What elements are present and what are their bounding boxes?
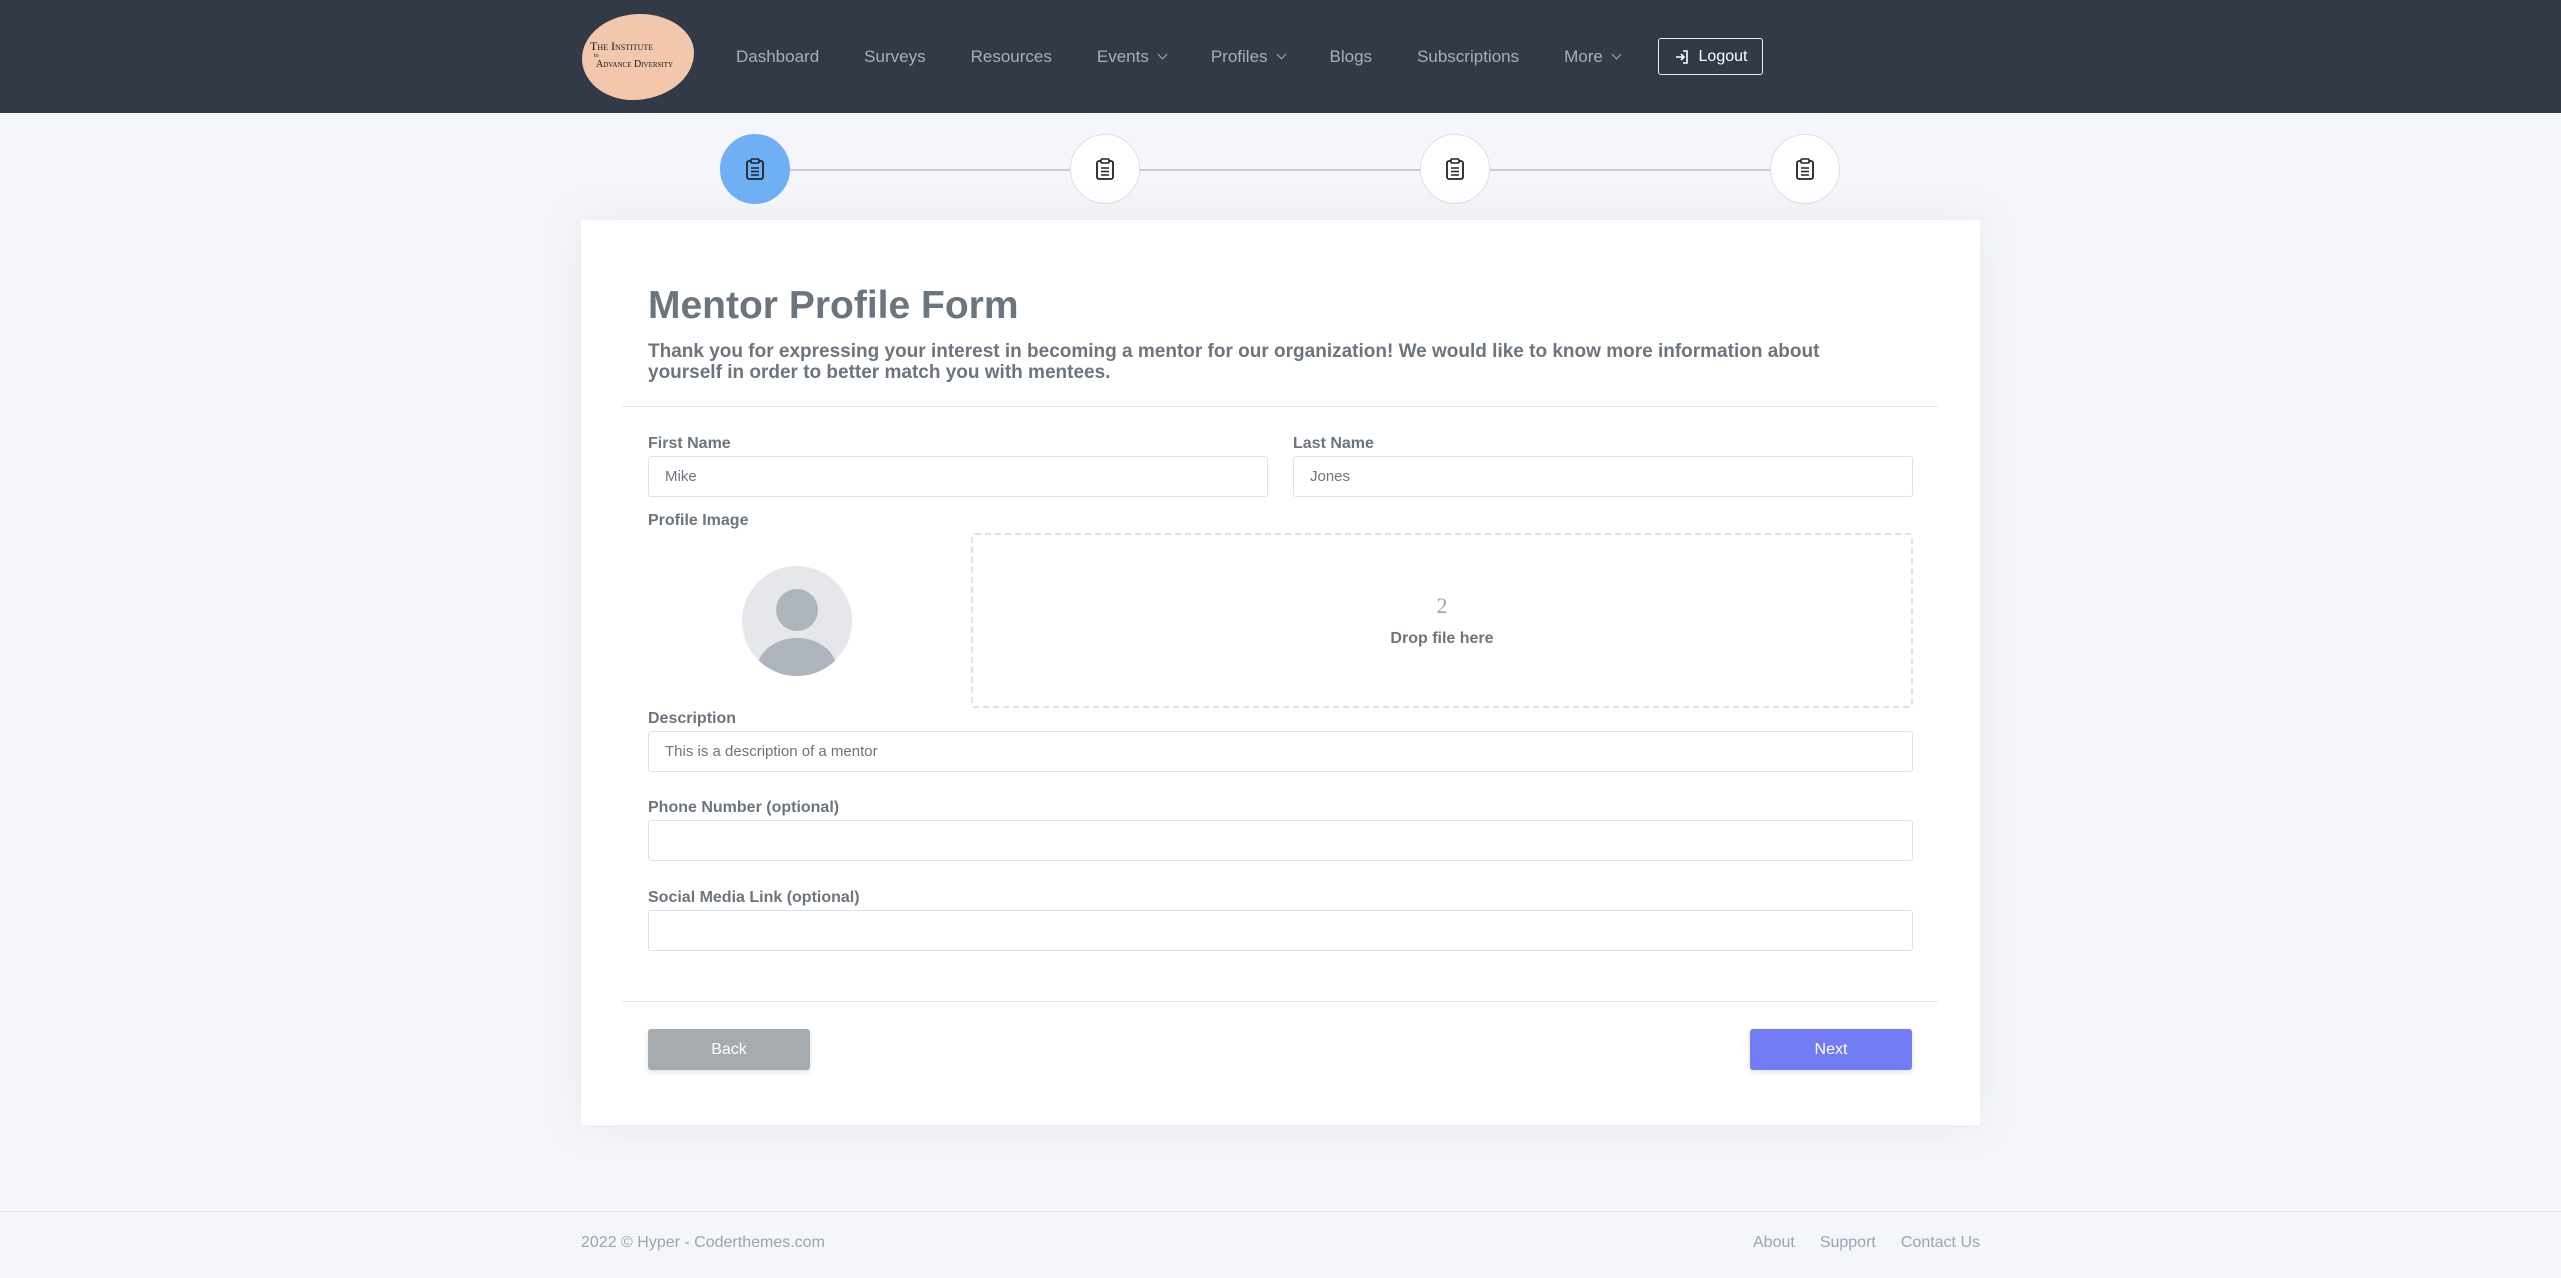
clipboard-icon xyxy=(1096,158,1114,180)
clipboard-icon xyxy=(746,158,764,180)
step-3[interactable] xyxy=(1420,134,1490,204)
step-4[interactable] xyxy=(1770,134,1840,204)
nav-item-dashboard[interactable]: Dashboard xyxy=(736,47,819,67)
avatar xyxy=(742,566,852,676)
profile-image-label: Profile Image xyxy=(648,512,749,529)
nav-item-subscriptions[interactable]: Subscriptions xyxy=(1417,47,1519,67)
phone-input[interactable] xyxy=(648,820,1913,861)
nav-item-label: Subscriptions xyxy=(1417,46,1520,66)
footer-link-support[interactable]: Support xyxy=(1820,1234,1876,1252)
stepper-connector xyxy=(1490,169,1770,171)
nav-item-label: Surveys xyxy=(864,46,926,66)
login-icon xyxy=(1675,49,1688,64)
logout-label: Logout xyxy=(1698,47,1748,65)
step-1[interactable] xyxy=(720,134,790,204)
description-input[interactable]: This is a description of a mentor xyxy=(648,731,1913,772)
clipboard-icon xyxy=(1796,158,1814,180)
form-card: Mentor Profile Form Thank you for expres… xyxy=(581,220,1980,1125)
file-dropzone[interactable]: 2 Drop file here xyxy=(971,533,1913,708)
page-title: Mentor Profile Form xyxy=(648,284,1019,327)
nav-item-blogs[interactable]: Blogs xyxy=(1330,47,1373,67)
site-logo[interactable]: The Institute to Advance Diversity xyxy=(582,14,694,100)
main-nav: Dashboard Surveys Resources Events Profi… xyxy=(736,0,1665,113)
nav-item-profiles[interactable]: Profiles xyxy=(1210,46,1286,67)
nav-item-label: Dashboard xyxy=(736,46,820,66)
footer-links: About Support Contact Us xyxy=(1728,1234,1980,1252)
nav-item-events[interactable]: Events xyxy=(1096,46,1168,67)
nav-item-resources[interactable]: Resources xyxy=(971,47,1052,67)
top-navbar: The Institute to Advance Diversity Dashb… xyxy=(0,0,2561,113)
last-name-input[interactable]: Jones xyxy=(1293,456,1913,497)
footer-link-about[interactable]: About xyxy=(1753,1234,1795,1252)
nav-item-label: Profiles xyxy=(1210,46,1268,66)
step-2[interactable] xyxy=(1070,134,1140,204)
divider xyxy=(622,1001,1938,1002)
first-name-input[interactable]: Mike xyxy=(648,456,1268,497)
nav-item-label: Resources xyxy=(970,46,1052,66)
first-name-label: First Name xyxy=(648,435,731,452)
nav-item-more[interactable]: More xyxy=(1564,46,1622,67)
social-link-label: Social Media Link (optional) xyxy=(648,889,860,906)
dropzone-text: Drop file here xyxy=(1390,630,1494,647)
clipboard-icon xyxy=(1446,158,1464,180)
logo-line-3: Advance Diversity xyxy=(596,59,674,70)
stepper-connector xyxy=(790,169,1070,171)
stepper-connector xyxy=(1140,169,1420,171)
logout-button[interactable]: Logout xyxy=(1658,38,1763,75)
last-name-label: Last Name xyxy=(1293,435,1374,452)
logo-line-1: The Institute xyxy=(590,39,654,53)
footer: 2022 © Hyper - Coderthemes.com About Sup… xyxy=(0,1211,2561,1278)
logo-text: The Institute to Advance Diversity xyxy=(590,40,694,70)
phone-label: Phone Number (optional) xyxy=(648,799,840,816)
footer-link-contact[interactable]: Contact Us xyxy=(1901,1234,1980,1252)
description-label: Description xyxy=(648,710,737,727)
nav-item-label: Blogs xyxy=(1329,46,1373,66)
divider xyxy=(622,406,1938,407)
nav-item-surveys[interactable]: Surveys xyxy=(864,47,925,67)
social-link-input[interactable] xyxy=(648,910,1913,951)
form-subtitle: Thank you for expressing your interest i… xyxy=(648,341,1820,383)
nav-item-label: Events xyxy=(1096,46,1149,66)
user-placeholder-icon xyxy=(757,589,837,676)
dropzone-number: 2 xyxy=(1436,593,1448,618)
chevron-down-icon xyxy=(1611,49,1622,60)
nav-item-label: More xyxy=(1564,46,1603,66)
chevron-down-icon xyxy=(1157,49,1168,60)
footer-copyright: 2022 © Hyper - Coderthemes.com xyxy=(581,1234,825,1251)
back-button[interactable]: Back xyxy=(648,1029,810,1070)
chevron-down-icon xyxy=(1276,49,1286,60)
next-button[interactable]: Next xyxy=(1750,1029,1912,1070)
